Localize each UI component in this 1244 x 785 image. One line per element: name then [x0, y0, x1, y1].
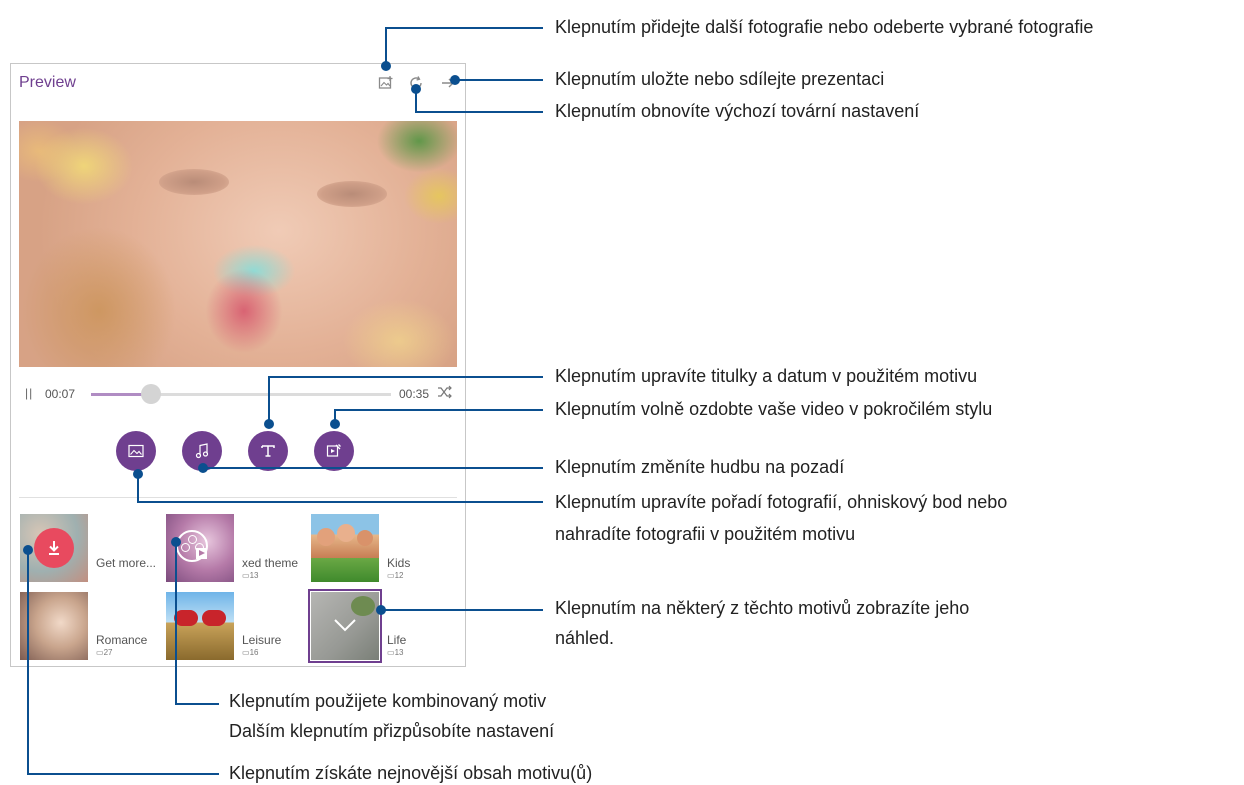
- photo-detail: [317, 181, 387, 207]
- theme-label: Romance: [96, 633, 148, 647]
- preview-photo: [19, 121, 457, 367]
- callout-line: [268, 376, 543, 378]
- callout-dot: [171, 537, 181, 547]
- callout-get-more: Klepnutím získáte nejnovější obsah motiv…: [229, 763, 593, 783]
- callout-line: [455, 79, 543, 81]
- photo-count: ▭27: [96, 648, 113, 657]
- callout-dot: [198, 463, 208, 473]
- advanced-edit-icon: [326, 444, 341, 457]
- callout-dot: [381, 61, 391, 71]
- text-button[interactable]: [248, 431, 288, 471]
- callout-music: Klepnutím změníte hudbu na pozadí: [555, 457, 845, 477]
- callout-dot: [450, 75, 460, 85]
- shuffle-icon[interactable]: [437, 384, 453, 403]
- theme-label: Kids: [387, 556, 411, 570]
- callout-line: [27, 550, 29, 774]
- callout-add-photos: Klepnutím přidejte další fotografie nebo…: [555, 17, 1094, 37]
- callout-save-share: Klepnutím uložte nebo sdílejte prezentac…: [555, 69, 885, 89]
- preview-panel: Preview || 00:07 00:35 Get more... xed t…: [10, 63, 466, 667]
- add-photos-icon[interactable]: [375, 72, 397, 94]
- theme-label: xed theme: [242, 556, 299, 570]
- callout-line: [385, 27, 543, 29]
- callout-line: [27, 773, 219, 775]
- callout-line: [381, 609, 543, 611]
- callout-mixed-2: Dalším klepnutím přizpůsobíte nastavení: [229, 721, 555, 741]
- photo-edit-icon: [128, 444, 144, 458]
- seek-bar-handle[interactable]: [141, 384, 161, 404]
- callout-preview-2: náhled.: [555, 628, 615, 648]
- callout-line: [334, 409, 543, 411]
- callout-reset: Klepnutím obnovíte výchozí tovární nasta…: [555, 101, 920, 121]
- callout-line: [137, 501, 543, 503]
- callout-dot: [330, 419, 340, 429]
- current-time: 00:07: [45, 387, 76, 401]
- playback-controls: || 00:07 00:35: [19, 384, 459, 404]
- callout-dot: [376, 605, 386, 615]
- photo-count: ▭13: [242, 571, 259, 580]
- callout-line: [175, 541, 177, 704]
- music-icon: [195, 443, 209, 459]
- photo-detail: [159, 169, 229, 195]
- callout-decorate: Klepnutím volně ozdobte vaše video v pok…: [555, 399, 993, 419]
- page-title: Preview: [19, 74, 76, 91]
- photo-count: ▭12: [387, 571, 404, 580]
- callout-photos-1: Klepnutím upravíte pořadí fotografií, oh…: [555, 492, 1008, 512]
- theme-thumb-romance[interactable]: [20, 592, 88, 660]
- play-icon: [196, 548, 207, 559]
- theme-label: Get more...: [96, 556, 157, 570]
- divider: [19, 497, 457, 498]
- callout-photos-2: nahradíte fotografii v použitém motivu: [555, 524, 856, 544]
- theme-thumb-life[interactable]: [311, 592, 379, 660]
- callout-preview-1: Klepnutím na některý z těchto motivů zob…: [555, 598, 970, 618]
- callout-dot: [23, 545, 33, 555]
- callout-line: [203, 467, 543, 469]
- seek-bar[interactable]: [91, 384, 391, 404]
- check-icon: [334, 619, 356, 632]
- total-time: 00:35: [399, 387, 430, 401]
- photo-edit-button[interactable]: [116, 431, 156, 471]
- theme-thumb-kids[interactable]: [311, 514, 379, 582]
- pause-icon[interactable]: ||: [25, 386, 33, 400]
- text-icon: [261, 445, 275, 457]
- photo-count: ▭16: [242, 648, 259, 657]
- callout-titles: Klepnutím upravíte titulky a datum v pou…: [555, 366, 978, 386]
- callout-mixed-1: Klepnutím použijete kombinovaný motiv: [229, 691, 547, 711]
- download-icon[interactable]: [34, 528, 74, 568]
- advanced-edit-button[interactable]: [314, 431, 354, 471]
- callout-line: [175, 703, 219, 705]
- callout-line: [415, 111, 543, 113]
- callout-dot: [264, 419, 274, 429]
- callout-dot: [411, 84, 421, 94]
- theme-label: Life: [387, 633, 407, 647]
- callout-dot: [133, 469, 143, 479]
- theme-label: Leisure: [242, 633, 282, 647]
- photo-count: ▭13: [387, 648, 404, 657]
